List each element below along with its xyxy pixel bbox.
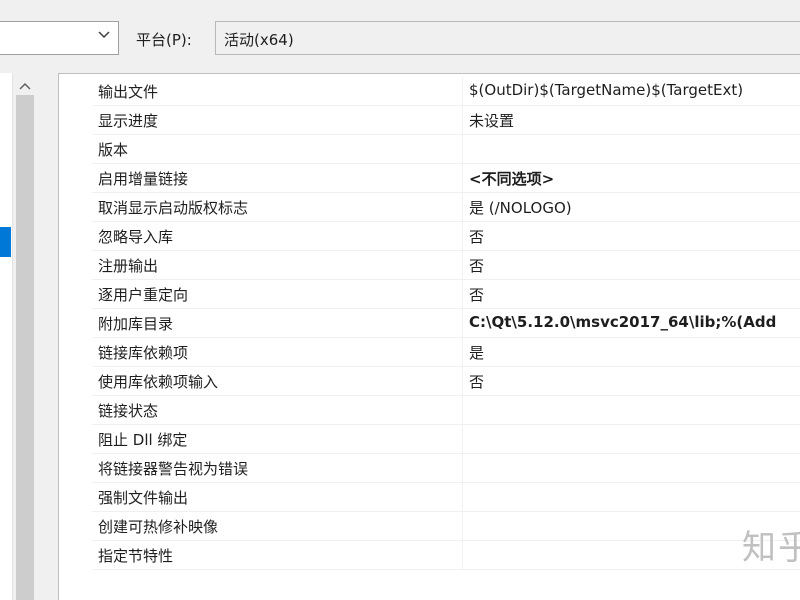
- property-name: 将链接器警告视为错误: [98, 460, 249, 478]
- chevron-down-icon: [98, 31, 110, 39]
- property-name: 忽略导入库: [98, 228, 174, 246]
- property-name: 链接库依赖项: [98, 344, 189, 362]
- property-row[interactable]: 显示进度 未设置: [92, 106, 800, 135]
- column-divider: [462, 454, 463, 483]
- property-row[interactable]: 忽略导入库 否: [92, 222, 800, 251]
- property-grid-gutter: [59, 74, 92, 600]
- column-divider: [462, 106, 463, 135]
- column-divider: [462, 309, 463, 338]
- property-name: 链接状态: [98, 402, 159, 420]
- property-value[interactable]: 是 (/NOLOGO): [469, 197, 572, 218]
- property-row[interactable]: 逐用户重定向 否: [92, 280, 800, 309]
- property-row[interactable]: 链接状态: [92, 396, 800, 425]
- property-name: 显示进度: [98, 112, 159, 130]
- tree-scrollbar[interactable]: [12, 73, 38, 600]
- property-name: 取消显示启动版权标志: [98, 199, 249, 217]
- chevron-up-icon[interactable]: [19, 82, 31, 90]
- property-row[interactable]: 注册输出 否: [92, 251, 800, 280]
- column-divider: [462, 193, 463, 222]
- column-divider: [462, 338, 463, 367]
- property-name: 创建可热修补映像: [98, 518, 219, 536]
- property-grid: 输出文件 $(OutDir)$(TargetName)$(TargetExt) 显示…: [58, 73, 800, 600]
- column-divider: [462, 164, 463, 193]
- column-divider: [462, 251, 463, 280]
- property-name: 逐用户重定向: [98, 286, 189, 304]
- property-value[interactable]: 否: [469, 255, 484, 276]
- column-divider: [462, 77, 463, 106]
- column-divider: [462, 396, 463, 425]
- property-row[interactable]: 指定节特性: [92, 541, 800, 570]
- property-row[interactable]: 阻止 Dll 绑定: [92, 425, 800, 454]
- column-divider: [462, 222, 463, 251]
- property-name: 注册输出: [98, 257, 159, 275]
- column-divider: [462, 425, 463, 454]
- column-divider: [462, 483, 463, 512]
- scrollbar-thumb[interactable]: [16, 95, 34, 600]
- platform-value: 活动(x64): [224, 31, 294, 49]
- property-row[interactable]: 强制文件输出: [92, 483, 800, 512]
- column-divider: [462, 512, 463, 541]
- column-divider: [462, 280, 463, 309]
- watermark: 知乎: [742, 528, 800, 568]
- property-row[interactable]: 附加库目录 C:\Qt\5.12.0\msvc2017_64\lib;%(Add: [92, 309, 800, 338]
- platform-combo[interactable]: 活动(x64): [215, 21, 800, 55]
- property-value[interactable]: 否: [469, 284, 484, 305]
- property-value[interactable]: $(OutDir)$(TargetName)$(TargetExt): [469, 81, 743, 99]
- column-divider: [462, 541, 463, 570]
- property-name: 强制文件输出: [98, 489, 189, 507]
- property-row[interactable]: 链接库依赖项 是: [92, 338, 800, 367]
- property-name: 阻止 Dll 绑定: [98, 431, 188, 449]
- property-value[interactable]: 是: [469, 342, 484, 363]
- property-name: 使用库依赖项输入: [98, 373, 219, 391]
- toolbar: 平台(P): 活动(x64): [0, 0, 800, 70]
- property-row[interactable]: 输出文件 $(OutDir)$(TargetName)$(TargetExt): [92, 77, 800, 106]
- column-divider: [462, 135, 463, 164]
- property-row[interactable]: 将链接器警告视为错误: [92, 454, 800, 483]
- property-row[interactable]: 取消显示启动版权标志 是 (/NOLOGO): [92, 193, 800, 222]
- property-value[interactable]: 否: [469, 226, 484, 247]
- property-value[interactable]: <不同选项>: [469, 168, 554, 189]
- platform-label: 平台(P):: [136, 31, 192, 49]
- property-value[interactable]: C:\Qt\5.12.0\msvc2017_64\lib;%(Add: [469, 313, 776, 331]
- property-value[interactable]: 未设置: [469, 110, 514, 131]
- property-row[interactable]: 使用库依赖项输入 否: [92, 367, 800, 396]
- property-rows: 输出文件 $(OutDir)$(TargetName)$(TargetExt) 显示…: [92, 77, 800, 570]
- property-row[interactable]: 版本: [92, 135, 800, 164]
- configuration-combo[interactable]: [0, 21, 119, 55]
- property-name: 输出文件: [98, 83, 159, 101]
- column-divider: [462, 367, 463, 396]
- property-name: 指定节特性: [98, 547, 174, 565]
- property-row[interactable]: 启用增量链接 <不同选项>: [92, 164, 800, 193]
- tree-selection-highlight[interactable]: [0, 227, 11, 257]
- property-name: 附加库目录: [98, 315, 174, 333]
- property-value[interactable]: 否: [469, 371, 484, 392]
- property-row[interactable]: 创建可热修补映像: [92, 512, 800, 541]
- property-name: 版本: [98, 141, 129, 159]
- property-name: 启用增量链接: [98, 170, 189, 188]
